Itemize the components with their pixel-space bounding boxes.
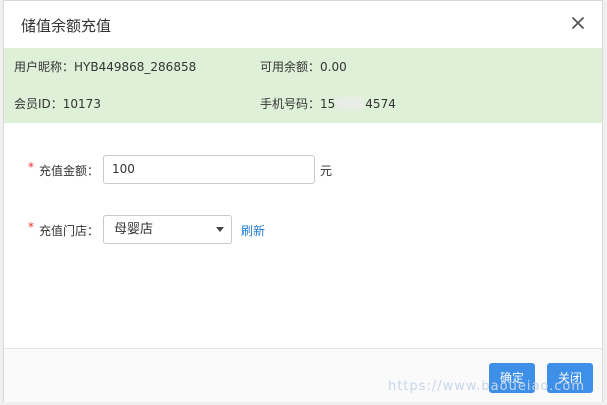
nickname-value: HYB449868_286858 [74,60,197,74]
amount-input[interactable]: 100 [103,155,315,184]
chevron-down-icon [216,227,224,232]
store-row: * 充值门店： 母婴店 刷新 [4,215,602,247]
balance-label: 可用余额： [260,60,321,74]
required-mark: * [28,220,34,234]
phone-redaction [336,97,365,109]
amount-unit: 元 [320,164,333,178]
store-label: 充值门店： [39,224,100,238]
store-select-value: 母婴店 [114,222,154,237]
watermark: https://www.baoueiao.com [388,379,586,394]
recharge-dialog: 储值余额充值 用户昵称：HYB449868_286858 可用余额：0.00 会… [3,0,603,402]
amount-row: * 充值金额： 100 元 [4,155,602,187]
close-icon[interactable] [568,13,588,33]
member-id-label: 会员ID： [14,97,63,111]
balance-value: 0.00 [320,60,347,74]
dialog-title: 储值余额充值 [21,17,112,35]
phone-label: 手机号码： [260,97,321,111]
phone-field: 手机号码：15 4574 [260,95,396,112]
nickname-field: 用户昵称：HYB449868_286858 [14,58,196,75]
member-id-field: 会员ID：10173 [14,95,101,112]
store-select[interactable]: 母婴店 [103,215,232,244]
dialog-header: 储值余额充值 [4,1,602,49]
phone-prefix: 15 [320,97,336,111]
member-info-panel: 用户昵称：HYB449868_286858 可用余额：0.00 会员ID：101… [4,48,602,123]
phone-suffix: 4574 [365,97,396,111]
member-id-value: 10173 [62,97,101,111]
amount-label: 充值金额： [39,164,100,178]
balance-field: 可用余额：0.00 [260,58,347,75]
nickname-label: 用户昵称： [14,60,75,74]
required-mark: * [28,160,34,174]
refresh-link[interactable]: 刷新 [241,222,265,239]
